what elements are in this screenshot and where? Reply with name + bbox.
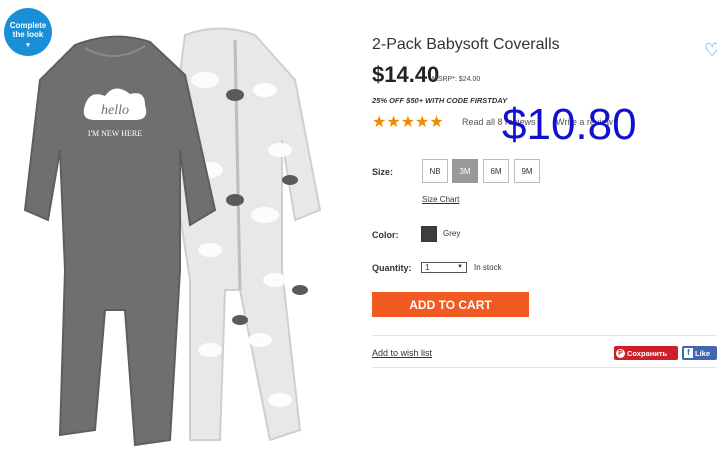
size-option-3m[interactable]: 3M bbox=[452, 159, 478, 183]
color-swatch-grey[interactable] bbox=[421, 226, 437, 242]
color-label: Color: bbox=[372, 230, 399, 240]
divider bbox=[372, 335, 717, 336]
add-to-cart-button[interactable]: ADD TO CART bbox=[372, 292, 529, 317]
promo-text: 25% OFF $50+ WITH CODE FIRSTDAY bbox=[372, 96, 508, 105]
size-chart-link[interactable]: Size Chart bbox=[422, 195, 459, 204]
quantity-label: Quantity: bbox=[372, 263, 412, 273]
divider bbox=[372, 367, 717, 368]
msrp-text: MSRP*: $24.00 bbox=[432, 76, 481, 83]
pinterest-save-button[interactable]: P Сохранить bbox=[614, 346, 678, 360]
rating-stars: ★★★★★ bbox=[372, 114, 444, 131]
quantity-select[interactable]: 1 ▼ bbox=[421, 262, 467, 273]
pinterest-icon: P bbox=[616, 348, 625, 358]
facebook-label: Like bbox=[695, 348, 711, 358]
light-coverall bbox=[168, 27, 322, 442]
quantity-value: 1 bbox=[425, 263, 430, 272]
facebook-like-button[interactable]: f Like bbox=[682, 346, 717, 360]
add-to-wishlist-link[interactable]: Add to wish list bbox=[372, 348, 432, 358]
heart-icon[interactable]: ♡ bbox=[704, 40, 717, 61]
stock-status: In stock bbox=[474, 263, 502, 272]
facebook-icon: f bbox=[684, 348, 693, 358]
product-image[interactable]: hello I'M NEW HERE bbox=[20, 20, 350, 450]
size-option-9m[interactable]: 9M bbox=[514, 159, 540, 183]
chevron-down-icon: ▼ bbox=[457, 264, 463, 270]
size-option-6m[interactable]: 6M bbox=[483, 159, 509, 183]
product-price: $14.40 bbox=[372, 62, 440, 87]
color-value: Grey bbox=[443, 229, 461, 238]
product-title: 2-Pack Babysoft Coveralls bbox=[372, 36, 560, 53]
size-label: Size: bbox=[372, 167, 394, 177]
garment-hello-text: hello bbox=[101, 103, 129, 118]
pinterest-label: Сохранить bbox=[627, 348, 668, 358]
garment-new-here-text: I'M NEW HERE bbox=[88, 129, 142, 138]
overlay-sale-price: $10.80 bbox=[502, 100, 637, 149]
size-option-nb[interactable]: NB bbox=[422, 159, 448, 183]
